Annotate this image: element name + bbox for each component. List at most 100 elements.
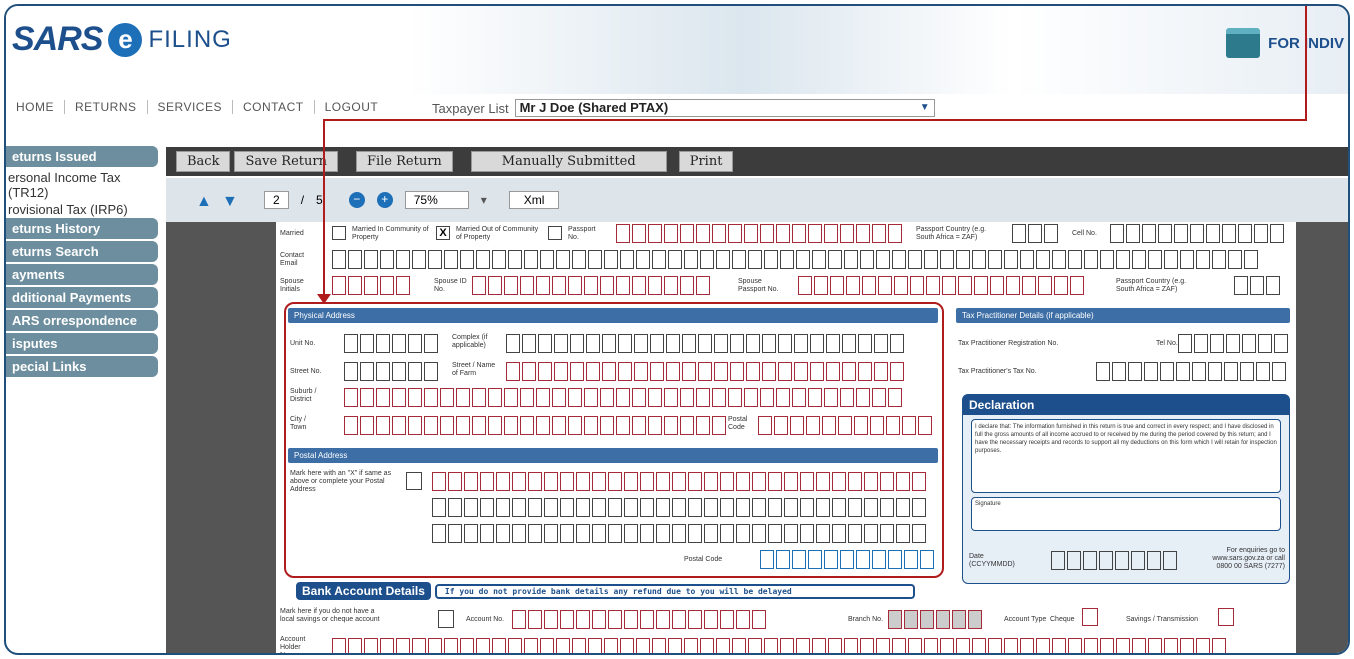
zoom-out-icon[interactable]: − <box>348 192 365 208</box>
spouse-id-field[interactable] <box>472 276 712 295</box>
postal-line2-field[interactable] <box>432 498 928 517</box>
page-number-input[interactable]: 2 <box>264 191 289 209</box>
sidebar: eturns Issued ersonal Income Tax (TR12) … <box>6 146 158 379</box>
sidebar-item-returns-issued[interactable]: eturns Issued <box>6 146 158 167</box>
postal-same-checkbox[interactable] <box>406 472 422 490</box>
tp-tel-field[interactable] <box>1178 334 1290 353</box>
sidebar-item-sars-correspondence[interactable]: ARS orrespondence <box>6 310 158 331</box>
suburb-label: Suburb / District <box>290 388 317 403</box>
taxpayer-list: Taxpayer List Mr J Doe (Shared PTAX) ▼ <box>432 99 935 117</box>
complex-label: Complex (if applicable) <box>452 334 488 349</box>
sidebar-item-disputes[interactable]: isputes <box>6 333 158 354</box>
sidebar-item-special-links[interactable]: pecial Links <box>6 356 158 377</box>
file-return-button[interactable]: File Return <box>355 151 453 172</box>
tp-taxno-label: Tax Practitioner's Tax No. <box>958 368 1037 375</box>
spouse-initials-field[interactable] <box>332 276 412 295</box>
sidebar-item-payments[interactable]: ayments <box>6 264 158 285</box>
date-label: Date (CCYYMMDD) <box>969 553 1015 568</box>
street-no-field[interactable] <box>344 362 440 381</box>
bank-account-header: Bank Account Details If you do not provi… <box>296 582 915 600</box>
callout-line-horizontal <box>323 119 1307 121</box>
savings-label: Savings / Transmission <box>1126 616 1198 623</box>
date-field[interactable] <box>1051 551 1179 570</box>
taxpayer-select[interactable]: Mr J Doe (Shared PTAX) ▼ <box>514 99 935 117</box>
cell-no-field[interactable] <box>1110 224 1286 243</box>
physical-address-header: Physical Address <box>288 308 938 323</box>
sidebar-item-additional-payments[interactable]: dditional Payments <box>6 287 158 308</box>
form-page: Married Married In Community of Property… <box>276 222 1296 653</box>
bank-mark-label: Mark here if you do not have a local sav… <box>280 608 380 623</box>
sidebar-item-returns-history[interactable]: eturns History <box>6 218 158 239</box>
print-button[interactable]: Print <box>678 151 734 172</box>
page-down-icon[interactable]: ▼ <box>222 193 238 210</box>
out-community-checkbox[interactable]: X <box>436 226 450 240</box>
holder-field[interactable] <box>332 638 1228 653</box>
back-button[interactable]: Back <box>176 151 231 172</box>
contact-email-field[interactable] <box>332 250 1260 269</box>
declaration-text: I declare that: The information furnishe… <box>971 419 1281 493</box>
account-no-field[interactable] <box>512 610 768 629</box>
tp-taxno-field[interactable] <box>1096 362 1288 381</box>
passport-country-field[interactable] <box>1012 224 1060 243</box>
zoom-dropdown-icon[interactable]: ▾ <box>481 193 487 207</box>
nav-returns[interactable]: RETURNS <box>65 100 148 114</box>
cheque-checkbox[interactable] <box>1082 608 1098 626</box>
no-account-checkbox[interactable] <box>438 610 454 628</box>
page-separator: / <box>300 193 305 207</box>
in-community-checkbox[interactable] <box>332 226 346 240</box>
postal-line1-field[interactable] <box>432 472 928 491</box>
savings-checkbox[interactable] <box>1218 608 1234 626</box>
passport-checkbox[interactable] <box>548 226 562 240</box>
bank-note: If you do not provide bank details any r… <box>434 583 915 599</box>
logo-e-icon: e <box>108 22 143 57</box>
manually-submitted-button[interactable]: Manually Submitted <box>470 151 667 172</box>
postal-code2-field[interactable] <box>760 550 936 569</box>
spouse-passport-label: Spouse Passport No. <box>738 278 779 293</box>
zoom-select[interactable]: 75% <box>404 191 469 209</box>
postal-line3-field[interactable] <box>432 524 928 543</box>
suburb-field[interactable] <box>344 388 904 407</box>
branch-no-field[interactable] <box>888 610 984 629</box>
holder-label: Account Holder Name <box>280 636 306 653</box>
passport-no-field[interactable] <box>616 224 904 243</box>
nav-home[interactable]: HOME <box>6 100 65 114</box>
postal-code2-label: Postal Code <box>684 556 723 563</box>
contact-email-label: Contact Email <box>280 252 305 267</box>
declaration-panel: Declaration I declare that: The informat… <box>962 394 1290 584</box>
taxpayer-selected: Mr J Doe (Shared PTAX) <box>519 100 669 115</box>
sidebar-item-returns-search[interactable]: eturns Search <box>6 241 158 262</box>
sidebar-sub-personal-income-tax[interactable]: ersonal Income Tax (TR12) <box>6 169 158 201</box>
signature-field[interactable]: Signature <box>971 497 1281 531</box>
zoom-in-icon[interactable]: + <box>376 192 393 208</box>
complex-field[interactable] <box>506 334 906 353</box>
nav-contact[interactable]: CONTACT <box>233 100 315 114</box>
unit-no-field[interactable] <box>344 334 440 353</box>
enquiries-label: For enquiries go to www.sars.gov.za or c… <box>1212 547 1285 570</box>
nav-services[interactable]: SERVICES <box>148 100 233 114</box>
return-toolbar: Back Save Return File Return Manually Su… <box>166 147 1348 176</box>
page-up-icon[interactable]: ▲ <box>196 193 212 210</box>
branch-no-label: Branch No. <box>848 616 884 623</box>
passport-country2-field[interactable] <box>1234 276 1282 295</box>
married-label: Married <box>280 230 304 237</box>
nav-logout[interactable]: LOGOUT <box>315 100 389 114</box>
city-field[interactable] <box>344 416 728 435</box>
postal-code-field[interactable] <box>758 416 934 435</box>
callout-line-down <box>323 119 325 297</box>
spouse-initials-label: Spouse Initials <box>280 278 304 293</box>
spouse-id-label: Spouse ID No. <box>434 278 467 293</box>
bank-title: Bank Account Details <box>296 582 431 600</box>
street-name-field[interactable] <box>506 362 906 381</box>
filing-cabinet-icon <box>1226 28 1261 58</box>
form-viewer: Married Married In Community of Property… <box>166 222 1348 653</box>
spouse-passport-field[interactable] <box>798 276 1086 295</box>
postal-code-label: Postal Code <box>728 416 748 431</box>
tax-practitioner-header: Tax Practitioner Details (if applicable) <box>956 308 1290 323</box>
page-total: 5 <box>316 193 323 207</box>
out-community-label: Married Out of Community of Property <box>456 226 539 241</box>
xml-button[interactable]: Xml <box>508 191 560 209</box>
account-type-label: Account Type <box>1004 616 1047 623</box>
sidebar-sub-provisional-tax[interactable]: rovisional Tax (IRP6) <box>6 201 158 218</box>
postal-address-header: Postal Address <box>288 448 938 463</box>
chevron-down-icon: ▼ <box>919 102 930 113</box>
